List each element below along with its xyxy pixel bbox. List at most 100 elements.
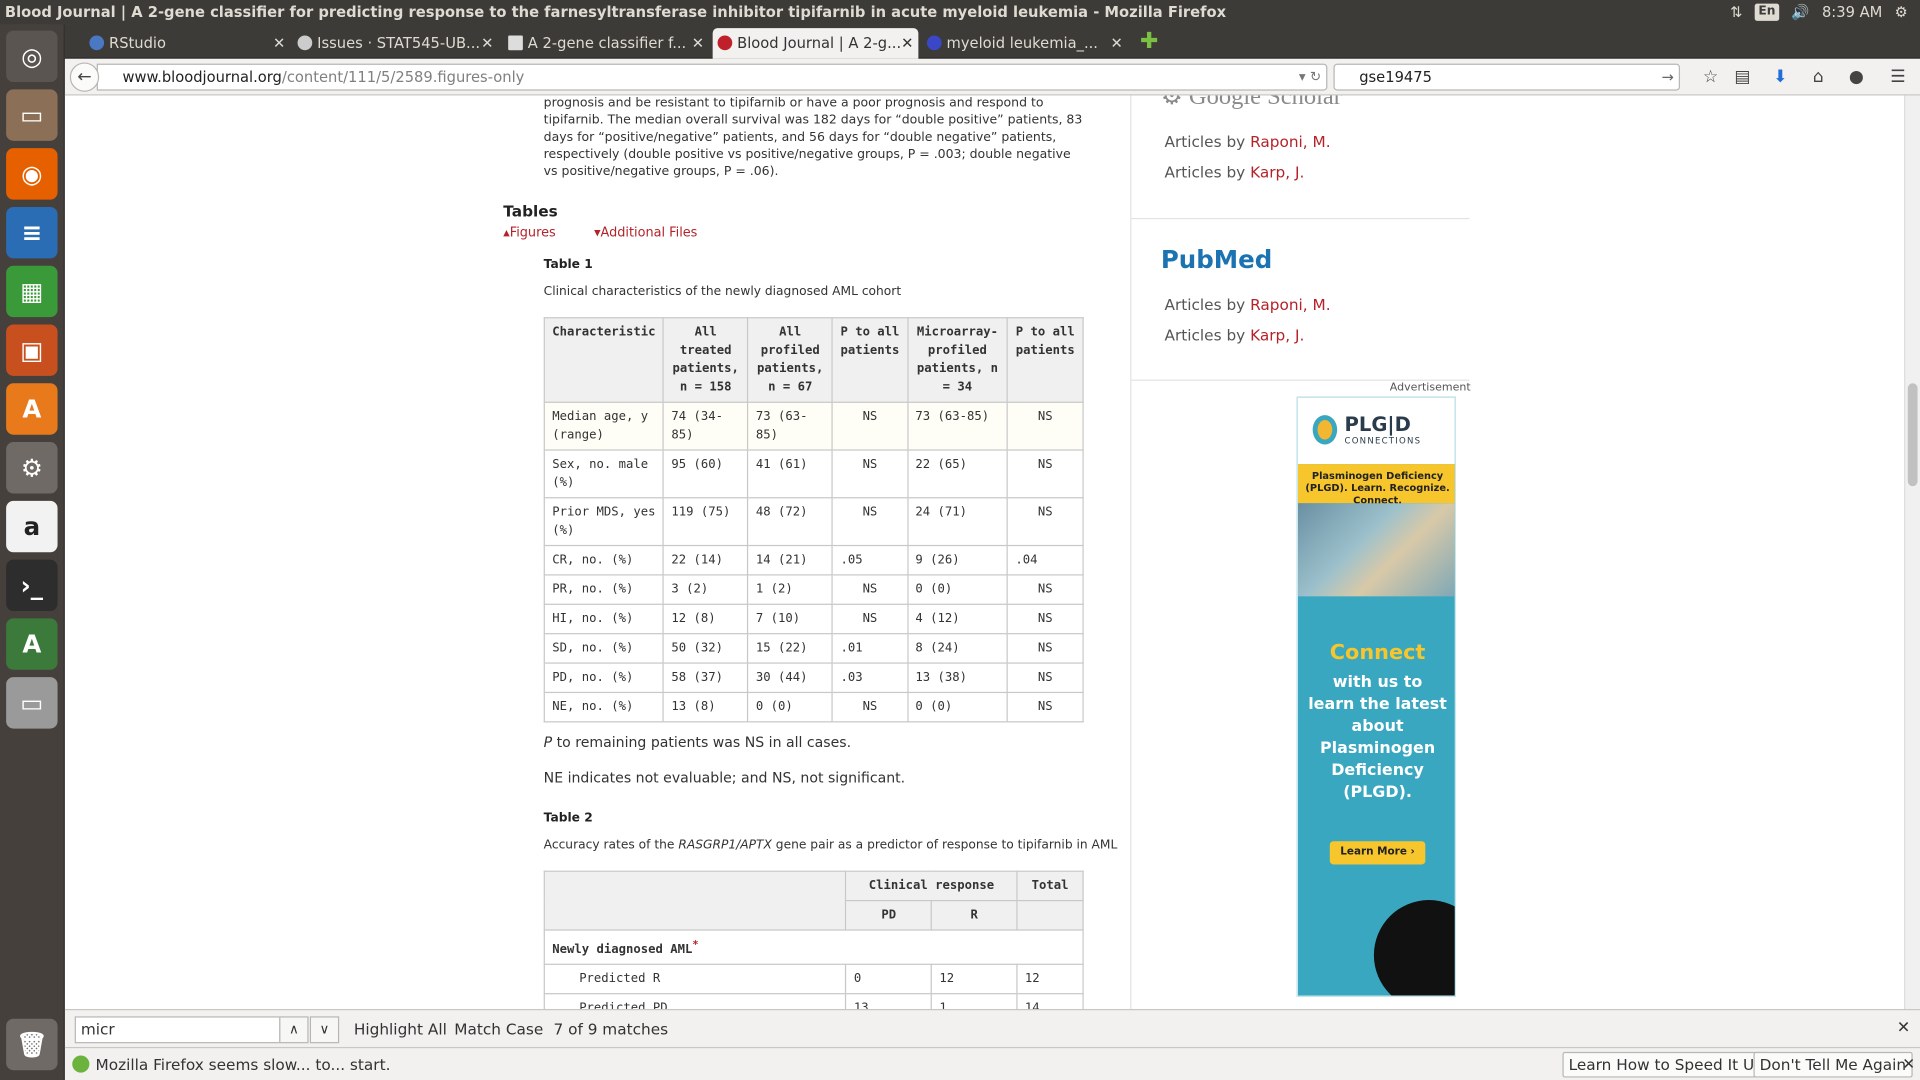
search-go-icon[interactable]: → (1662, 65, 1674, 89)
reading-list-icon[interactable]: ▤ (1730, 65, 1754, 89)
tab-rstudio[interactable]: RStudio ✕ (84, 28, 290, 59)
table1-label: Table 1 (543, 258, 593, 272)
table1-header: All treated patients, n = 158 (662, 317, 749, 403)
author-link[interactable]: Karp, J. (1250, 163, 1304, 181)
tab-classifier[interactable]: A 2-gene classifier f... ✕ (503, 28, 709, 59)
scrollbar-thumb[interactable] (1907, 383, 1918, 487)
table2-header-row: Clinical response Total (543, 870, 1084, 931)
close-tab-icon[interactable]: ✕ (481, 28, 493, 57)
tab-blood-journal[interactable]: Blood Journal | A 2-g... ✕ (712, 28, 919, 59)
new-tab-plus-icon[interactable]: ✚ (1140, 28, 1158, 55)
page-scrollbar[interactable] (1904, 95, 1920, 1009)
section-text: Newly diagnosed AML (552, 943, 693, 957)
files-icon[interactable]: ▭ (6, 89, 58, 141)
screen: Blood Journal | A 2-gene classifier for … (0, 0, 1920, 1080)
additional-files-toggle[interactable]: ▾Additional Files (594, 225, 714, 240)
scholar-articles-author2: Articles by Karp, J. (1164, 163, 1304, 181)
close-tab-icon[interactable]: ✕ (692, 28, 704, 57)
search-bar[interactable]: gse19475 → (1333, 63, 1681, 91)
tab-label: myeloid leukemia_... (946, 34, 1098, 52)
find-input[interactable]: micr (74, 1016, 281, 1044)
network-icon[interactable]: ⇅ (1730, 0, 1742, 24)
calc-icon[interactable]: ▦ (6, 265, 58, 318)
keyboard-layout-indicator[interactable]: En (1754, 3, 1780, 21)
power-gear-icon[interactable]: ⚙ (1895, 0, 1908, 24)
figure-caption: prognosis and be resistant to tipifarnib… (543, 96, 1083, 179)
tab-issues[interactable]: Issues · STAT545-UB... ✕ (293, 28, 499, 59)
highlight-all-toggle[interactable]: Highlight All (354, 1020, 447, 1038)
advertisement[interactable]: PLG|D CONNECTIONS Plasminogen Deficiency … (1296, 396, 1456, 997)
match-case-toggle[interactable]: Match Case (454, 1020, 543, 1038)
figures-link[interactable]: Figures (510, 225, 556, 240)
table1-cell: NS (1006, 449, 1084, 499)
table1-cell: NS (1006, 497, 1084, 547)
home-icon[interactable]: ⌂ (1806, 65, 1830, 89)
author-link[interactable]: Raponi, M. (1250, 295, 1331, 313)
terminal-icon[interactable]: ›_ (6, 559, 58, 612)
back-button[interactable]: ← (69, 62, 100, 92)
footnote-mark[interactable]: * (692, 938, 698, 950)
table1-cell: NS (1006, 574, 1084, 605)
reload-icon[interactable]: ▾ ↻ (1299, 65, 1321, 89)
impress-icon[interactable]: ▣ (6, 324, 58, 376)
menu-icon[interactable]: ☰ (1886, 65, 1910, 89)
table2-cell: 12 (1016, 964, 1084, 995)
table1-row: HI, no. (%) 12 (8) 7 (10) NS 4 (12) NS (543, 603, 1084, 635)
table1-cell: 95 (60) (662, 449, 749, 499)
table1-cell: 0 (0) (906, 691, 1009, 723)
downloads-icon[interactable]: ⬇ (1768, 65, 1792, 89)
table1-cell: 119 (75) (662, 497, 749, 547)
table2-total-header: Total (1016, 870, 1084, 902)
figures-toggle[interactable]: ▴Figures (503, 225, 573, 240)
pubmed-logo: PubMed (1160, 244, 1273, 275)
table1-row: CR, no. (%) 22 (14) 14 (21) .05 9 (26) .04 (543, 544, 1084, 576)
table1-cell: NS (831, 449, 909, 499)
table1-header: All profiled patients, n = 67 (747, 317, 834, 403)
learn-speed-up-button[interactable]: Learn How to Speed It Up (1562, 1051, 1770, 1078)
software-center-icon[interactable]: A (6, 383, 58, 435)
tab-myeloid-leukemia[interactable]: myeloid leukemia_... ✕ (922, 28, 1128, 59)
table1-cell: SD, no. (%) (543, 633, 665, 664)
close-notification-icon[interactable]: ✕ (1902, 1054, 1915, 1072)
updater-icon[interactable]: A (6, 618, 58, 670)
close-find-bar-icon[interactable]: ✕ (1897, 1019, 1910, 1037)
table1-cell: .03 (831, 662, 909, 694)
close-tab-icon[interactable]: ✕ (901, 28, 913, 57)
plgd-drop-icon (1312, 415, 1338, 445)
tab-label: RStudio (108, 34, 166, 52)
find-next-button[interactable]: ∨ (309, 1016, 340, 1044)
close-tab-icon[interactable]: ✕ (1111, 28, 1123, 57)
author-link[interactable]: Raponi, M. (1250, 132, 1331, 150)
navigation-toolbar: www.bloodjournal.org/content/111/5/2589.… (64, 58, 1920, 96)
author-link[interactable]: Karp, J. (1250, 326, 1304, 344)
writer-icon[interactable]: ≡ (6, 206, 58, 259)
system-settings-icon[interactable]: ⚙ (6, 442, 58, 494)
table1-cell: NS (831, 497, 909, 547)
dash-home-icon[interactable]: ◎ (6, 30, 58, 83)
url-bar[interactable]: www.bloodjournal.org/content/111/5/2589.… (96, 63, 1328, 91)
volume-icon[interactable]: 🔊 (1791, 0, 1809, 24)
ad-body: with us to learn the latest about Plasmi… (1308, 673, 1447, 803)
table2-label: Table 2 (543, 811, 593, 826)
ad-molecule-image (1373, 900, 1455, 996)
firefox-icon[interactable]: ◉ (6, 148, 58, 200)
dont-tell-again-button[interactable]: Don't Tell Me Again (1753, 1051, 1913, 1078)
ad-logo-text: PLG|D (1344, 412, 1411, 436)
trash-icon[interactable]: 🗑 (6, 1018, 58, 1071)
table1-cell: 24 (71) (906, 497, 1009, 547)
amazon-icon[interactable]: a (6, 500, 58, 553)
ad-banner: Plasminogen Deficiency (PLGD). Learn. Re… (1297, 464, 1455, 506)
find-previous-button[interactable]: ∧ (279, 1016, 309, 1044)
drive-icon[interactable]: ▭ (6, 677, 58, 729)
table1-row: Median age, y (range) 74 (34-85) 73 (63-85… (543, 401, 1084, 451)
ad-learn-more-button[interactable]: Learn More › (1329, 841, 1426, 865)
table1-header: P to all patients (831, 317, 909, 403)
table1-cell: 22 (65) (906, 449, 1009, 499)
close-tab-icon[interactable]: ✕ (273, 28, 285, 57)
additional-files-link[interactable]: Additional Files (601, 225, 698, 240)
clock[interactable]: 8:39 AM (1822, 0, 1882, 24)
table2-section-label: Newly diagnosed AML* (543, 929, 1084, 966)
window-title-bar: Blood Journal | A 2-gene classifier for … (0, 0, 1920, 25)
chat-icon[interactable]: ● (1844, 65, 1868, 89)
bookmark-star-icon[interactable]: ☆ (1698, 65, 1722, 89)
